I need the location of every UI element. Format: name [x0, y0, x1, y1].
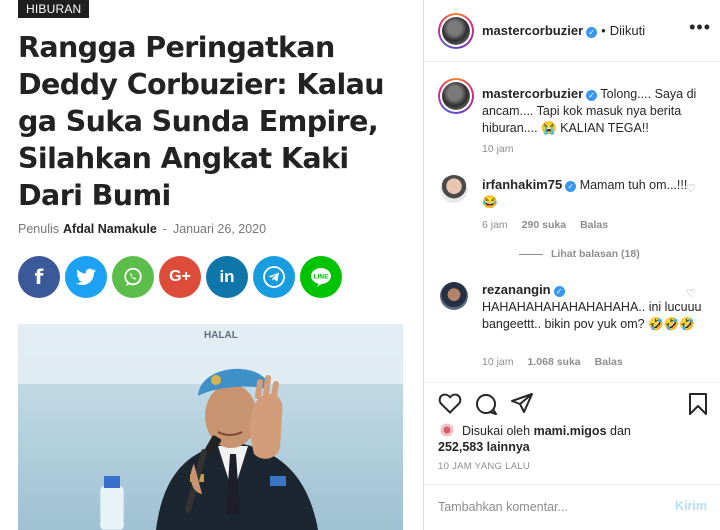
twitter-icon — [76, 268, 96, 285]
whatsapp-share-button[interactable] — [112, 256, 154, 298]
google-plus-icon: G+ — [169, 268, 191, 285]
post-comment-button[interactable]: Kirim — [675, 499, 707, 513]
verified-badge-icon: ✓ — [586, 90, 598, 101]
publish-date: Januari 26, 2020 — [172, 222, 267, 236]
comment-like-heart-icon[interactable]: ♡ — [686, 289, 696, 300]
instagram-post-panel: mastercorbuzier ✓ • Diikuti ••• mastercorbu… — [423, 0, 720, 530]
comment-like-heart-icon[interactable]: ♡ — [686, 184, 696, 195]
headline-line: Deddy Corbuzier: Kalau — [18, 68, 385, 101]
like-heart-icon[interactable] — [438, 392, 462, 414]
backdrop-text: HALAL — [204, 330, 238, 341]
comment: rezanangin ✓ HAHAHAHAHAHAHAHAHA.. ini luc… — [482, 281, 702, 333]
article-headline: Rangga Peringatkan Deddy Corbuzier: Kala… — [18, 29, 413, 214]
commenter-avatar[interactable] — [440, 175, 468, 203]
linkedin-icon: in — [219, 267, 235, 286]
verified-badge-icon: ✓ — [586, 27, 598, 38]
comment-username[interactable]: rezanangin — [482, 282, 551, 297]
post-timestamp: 10 JAM YANG LALU — [438, 461, 531, 472]
news-article: HIBURAN Rangga Peringatkan Deddy Corbuzi… — [0, 0, 423, 530]
line-share-button[interactable]: LINE — [300, 256, 342, 298]
post-header: mastercorbuzier ✓ • Diikuti ••• — [424, 0, 720, 62]
twitter-share-button[interactable] — [65, 256, 107, 298]
telegram-icon — [263, 266, 285, 288]
comment-text: HAHAHAHAHAHAHAHAHA.. ini lucuuu bangeett… — [482, 300, 702, 331]
article-photo-illustration: HALAL — [18, 324, 403, 530]
comment: irfanhakim75 ✓ Mamam tuh om...!!!😂 — [482, 176, 702, 211]
google-plus-share-button[interactable]: G+ — [159, 256, 201, 298]
header-username-row: mastercorbuzier ✓ • Diikuti — [482, 23, 645, 38]
telegram-share-button[interactable] — [253, 256, 295, 298]
profile-avatar[interactable] — [438, 13, 474, 49]
post-caption: mastercorbuzier ✓ Tolong.... Saya di anca… — [482, 85, 707, 137]
comment-meta: 6 jam 290 suka Balas — [482, 219, 622, 231]
author-link[interactable]: Afdal Namakule — [63, 222, 157, 236]
share-send-icon[interactable] — [510, 392, 534, 414]
likes-summary: Disukai oleh mami.migos dan 252,583 lain… — [438, 423, 631, 455]
actions-divider — [424, 382, 720, 383]
bookmark-save-icon[interactable] — [687, 392, 709, 416]
article-photo[interactable]: HALAL — [18, 324, 403, 530]
article-meta: Penulis Afdal Namakule - Januari 26, 2020 — [18, 222, 266, 236]
meta-separator: - — [162, 222, 167, 236]
likes-count[interactable]: 252,583 lainnya — [438, 440, 530, 454]
reply-button[interactable]: Balas — [580, 219, 608, 231]
likes-prefix: Disukai oleh — [462, 424, 531, 438]
share-buttons: f G+ in LINE — [18, 256, 342, 298]
comment-likes[interactable]: 1.068 suka — [528, 356, 581, 368]
facebook-icon: f — [34, 265, 44, 289]
verified-badge-icon: ✓ — [565, 181, 577, 192]
author-prefix: Penulis — [18, 222, 59, 236]
add-comment-bar: Kirim — [424, 484, 720, 530]
comment-time: 10 jam — [482, 356, 514, 368]
comment-meta: 10 jam 1.068 suka Balas — [482, 356, 637, 368]
header-dot: • — [601, 23, 606, 38]
comment-username[interactable]: irfanhakim75 — [482, 177, 562, 192]
comment-likes[interactable]: 290 suka — [522, 219, 566, 231]
svg-text:LINE: LINE — [314, 274, 329, 281]
comment-bubble-icon[interactable] — [474, 392, 498, 416]
verified-badge-icon: ✓ — [553, 286, 565, 297]
category-badge[interactable]: HIBURAN — [18, 0, 90, 18]
header-username[interactable]: mastercorbuzier — [482, 23, 583, 38]
headline-line: ga Suka Sunda Empire, — [18, 105, 379, 138]
caption-username[interactable]: mastercorbuzier — [482, 86, 583, 101]
liker-avatar-icon — [440, 423, 454, 437]
whatsapp-icon — [124, 267, 142, 286]
comment-time: 6 jam — [482, 219, 508, 231]
commenter-avatar[interactable] — [440, 282, 468, 310]
headline-line: Rangga Peringatkan — [18, 31, 335, 64]
caption-avatar[interactable] — [438, 78, 474, 114]
likes-and: dan — [610, 424, 631, 438]
liker-username[interactable]: mami.migos — [534, 424, 607, 438]
reply-button[interactable]: Balas — [595, 356, 623, 368]
linkedin-share-button[interactable]: in — [206, 256, 248, 298]
more-options-icon[interactable]: ••• — [689, 17, 711, 38]
headline-line: Dari Bumi — [18, 179, 171, 212]
follow-button[interactable]: Diikuti — [610, 23, 645, 38]
caption-time: 10 jam — [482, 143, 514, 155]
line-icon: LINE — [311, 268, 331, 287]
headline-line: Silahkan Angkat Kaki — [18, 142, 349, 175]
comment-input[interactable] — [438, 500, 658, 514]
facebook-share-button[interactable]: f — [18, 256, 60, 298]
view-replies-link[interactable]: Lihat balasan (18) — [519, 248, 640, 260]
